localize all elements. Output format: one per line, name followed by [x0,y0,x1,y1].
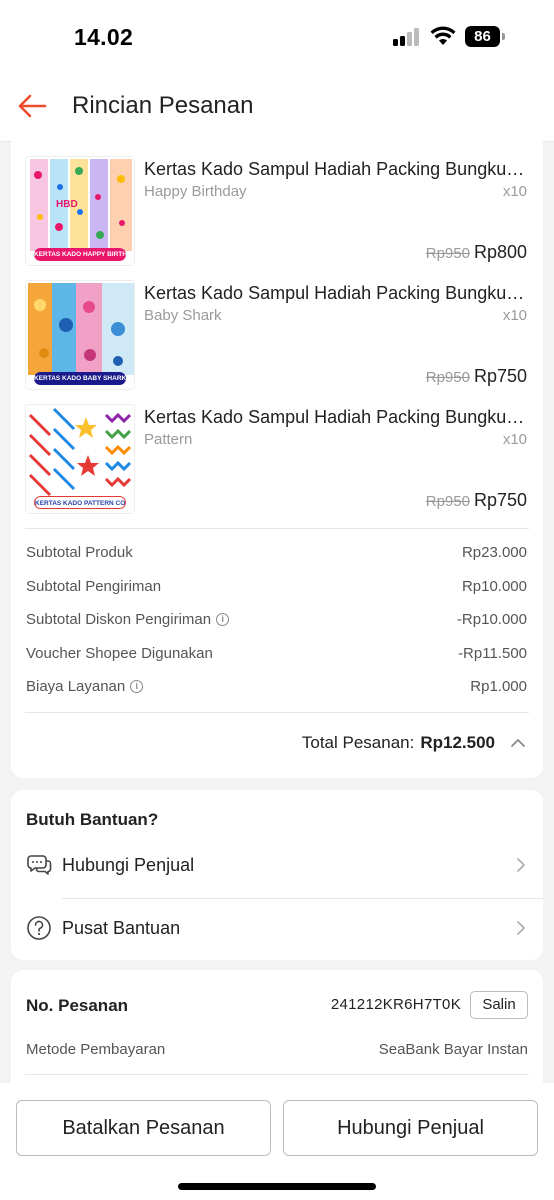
wifi-icon [430,26,456,45]
help-card: Butuh Bantuan? Hubungi Penjual Pusat Ban… [11,790,543,960]
payment-method-value: SeaBank Bayar Instan [378,1041,528,1058]
product-item[interactable]: KERTAS KADO BABY SHARK Kertas Kado Sampu… [11,280,543,404]
help-title: Butuh Bantuan? [26,810,159,829]
discounted-price: Rp800 [473,242,527,262]
summary-label: Subtotal Produk [26,544,133,561]
discounted-price: Rp750 [473,366,527,386]
product-quantity: x10 [502,307,527,324]
chevron-up-icon [511,739,525,747]
product-thumbnail: HBD KERTAS KADO HAPPY BIRTHDAY [25,156,135,266]
product-quantity: x10 [502,183,527,200]
help-item-label: Hubungi Penjual [62,855,195,875]
divider [62,898,543,899]
summary-value: Rp23.000 [461,544,527,561]
page-title: Rincian Pesanan [72,92,254,119]
arrow-left-icon [18,94,47,118]
thumbnail-label: KERTAS KADO HAPPY BIRTHDAY [34,248,126,261]
copy-button[interactable]: Salin [470,991,528,1019]
chat-icon [27,855,52,875]
summary-row-shipping-subtotal: Subtotal Pengiriman Rp10.000 [26,578,527,598]
product-name: Kertas Kado Sampul Hadiah Packing Bungku… [144,283,528,303]
divider [25,1074,529,1075]
original-price: Rp950 [425,245,470,262]
battery-tip [502,33,505,40]
order-total-toggle[interactable]: Total Pesanan: Rp12.500 [302,733,527,753]
product-variant: Baby Shark [144,307,222,324]
help-circle-icon [27,916,51,940]
summary-label: Subtotal Pengiriman [26,578,162,595]
summary-row-service-fee: Biaya Layanan i Rp1.000 [26,678,527,698]
order-items-card: HBD KERTAS KADO HAPPY BIRTHDAY Kertas Ka… [11,128,543,778]
thumbnail-label: KERTAS KADO PATTERN COLOR [34,496,126,509]
cancel-order-button[interactable]: Batalkan Pesanan [16,1100,271,1156]
payment-method-label: Metode Pembayaran [26,1041,166,1058]
product-variant: Happy Birthday [144,183,247,200]
summary-label: Subtotal Diskon Pengiriman [26,611,212,628]
info-icon[interactable]: i [130,680,144,693]
cellular-signal-icon [393,28,423,46]
chevron-right-icon [517,858,525,872]
product-name: Kertas Kado Sampul Hadiah Packing Bungku… [144,407,528,427]
status-bar: 14.02 86 [0,0,554,78]
product-price-row: Rp950 Rp800 [426,242,527,263]
product-item[interactable]: KERTAS KADO PATTERN COLOR Kertas Kado Sa… [11,404,543,528]
summary-value: Rp1.000 [470,678,527,695]
help-item-contact-seller[interactable]: Hubungi Penjual [11,838,543,894]
divider [25,528,529,529]
help-item-label: Pusat Bantuan [62,918,181,938]
help-item-help-center[interactable]: Pusat Bantuan [11,901,543,957]
product-quantity: x10 [502,431,527,448]
summary-row-voucher: Voucher Shopee Digunakan -Rp11.500 [26,645,527,665]
product-name: Kertas Kado Sampul Hadiah Packing Bungku… [144,159,528,179]
product-variant: Pattern [144,431,193,448]
original-price: Rp950 [425,369,470,386]
bottom-action-bar: Batalkan Pesanan Hubungi Penjual [0,1083,554,1200]
summary-row-shipping-discount: Subtotal Diskon Pengiriman i -Rp10.000 [26,611,527,631]
summary-label: Biaya Layanan [26,678,126,695]
original-price: Rp950 [425,493,470,510]
product-price-row: Rp950 Rp750 [426,366,527,387]
info-icon[interactable]: i [216,613,230,626]
total-label: Total Pesanan: [301,733,415,752]
product-thumbnail: KERTAS KADO PATTERN COLOR [25,404,135,514]
product-item[interactable]: HBD KERTAS KADO HAPPY BIRTHDAY Kertas Ka… [11,156,543,280]
chevron-right-icon [517,921,525,935]
summary-value: Rp10.000 [461,578,527,595]
home-indicator[interactable] [178,1183,376,1190]
back-button[interactable] [14,90,50,122]
summary-value: -Rp11.500 [458,645,527,662]
product-price-row: Rp950 Rp750 [426,490,527,511]
summary-row-product-subtotal: Subtotal Produk Rp23.000 [26,544,527,564]
order-number: 241212KR6H7T0K [330,996,461,1013]
total-value: Rp12.500 [420,733,495,752]
order-number-label: No. Pesanan [26,996,129,1015]
product-thumbnail: KERTAS KADO BABY SHARK [25,280,135,390]
contact-seller-button[interactable]: Hubungi Penjual [283,1100,538,1156]
discounted-price: Rp750 [473,490,527,510]
summary-label: Voucher Shopee Digunakan [26,645,213,662]
divider [25,712,529,713]
svg-text:HBD: HBD [56,199,78,210]
battery-level: 86 [465,26,500,47]
status-time: 14.02 [74,24,134,50]
thumbnail-label: KERTAS KADO BABY SHARK [34,372,126,385]
summary-value: -Rp10.000 [456,611,527,628]
